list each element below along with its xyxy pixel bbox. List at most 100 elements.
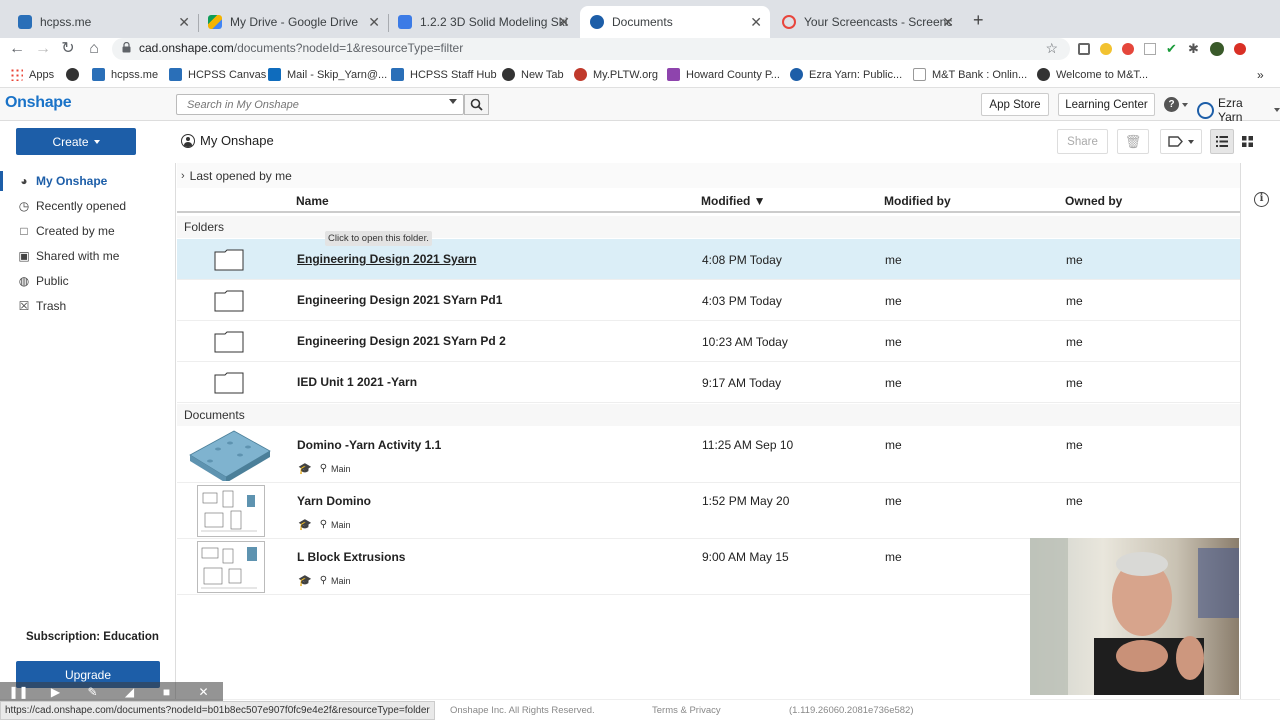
bookmark-star-icon[interactable]: ☆ [1045,40,1058,57]
play-icon[interactable]: ▶ [37,685,74,699]
close-icon[interactable]: ✕ [185,685,222,699]
puzzle-extensions-icon[interactable]: ✱ [1188,42,1200,55]
bookmark-mail[interactable]: Mail - Skip_Yarn@... [268,68,387,81]
create-label: Create [52,134,89,149]
close-tab-icon[interactable]: ✕ [178,14,190,31]
profile-avatar-icon[interactable] [1210,42,1224,56]
close-tab-icon[interactable]: ✕ [942,14,954,31]
hcpss-icon [92,68,105,81]
table-row[interactable]: Domino -Yarn Activity 1.1 🎓 ⚲ Main 11:25… [177,427,1240,483]
document-name[interactable]: Domino -Yarn Activity 1.1 [297,438,441,452]
screencast-favicon-icon [782,15,796,29]
pause-icon[interactable]: ❚❚ [0,685,37,699]
sidebar-item-trash[interactable]: ☒ Trash [0,294,176,318]
create-button[interactable]: Create [16,128,136,155]
new-tab-button[interactable]: + [973,10,984,31]
thumbs-up-extension-icon[interactable] [1100,43,1112,55]
home-icon[interactable]: ⌂ [83,38,105,60]
column-owned-by[interactable]: Owned by [1065,194,1122,208]
column-modified-by[interactable]: Modified by [884,194,951,208]
document-name[interactable]: L Block Extrusions [297,550,405,564]
forward-icon[interactable]: → [32,38,54,60]
search-dropdown-icon[interactable] [449,99,457,104]
browser-tab-documents[interactable]: Documents ✕ [580,6,770,38]
folder-name[interactable]: IED Unit 1 2021 -Yarn [297,375,417,389]
share-button[interactable]: Share [1057,129,1108,154]
browser-tab-google-drive[interactable]: My Drive - Google Drive ✕ [198,6,388,38]
bookmark-hcpss[interactable]: hcpss.me [92,68,158,81]
filter-breadcrumb[interactable]: › Last opened by me [177,163,1240,188]
page-title: My Onshape [181,133,274,148]
bookmark-howard-county[interactable]: Howard County P... [667,68,780,81]
tab-title: Your Screencasts - Screencast [804,15,952,29]
reload-icon[interactable]: ↻ [57,38,79,60]
onshape-logo[interactable]: Onshape [5,94,72,112]
document-meta: 🎓 ⚲ Main [298,518,351,531]
info-icon[interactable]: i [1254,192,1269,207]
lock-icon [122,41,131,53]
bookmark-mt-bank[interactable]: M&T Bank : Onlin... [913,68,1027,81]
branch-pin-icon: ⚲ [319,575,328,586]
back-icon[interactable]: ← [6,38,28,60]
sidebar-item-my-onshape[interactable]: ◕ My Onshape [0,169,176,193]
folder-name[interactable]: Engineering Design 2021 SYarn Pd1 [297,293,502,307]
bookmark-hcpss-canvas[interactable]: HCPSS Canvas [169,68,266,81]
trash-icon: ☒ [18,299,30,313]
camera-icon[interactable]: ■ [148,685,185,699]
update-icon[interactable] [1234,43,1246,55]
sidebar-item-label: Created by me [36,224,115,238]
tab-title: hcpss.me [40,15,92,29]
user-menu[interactable]: Ezra Yarn [1197,96,1280,124]
table-row[interactable]: Yarn Domino 🎓 ⚲ Main 1:52 PM May 20 me m… [177,483,1240,539]
chevron-down-icon [1188,139,1194,144]
pen-icon[interactable]: ✎ [74,685,111,699]
bookmark-ezra-yarn[interactable]: Ezra Yarn: Public... [790,68,902,81]
table-row[interactable]: Engineering Design 2021 SYarn Pd1 4:03 P… [177,280,1240,321]
search-input[interactable] [177,95,437,114]
browser-tab-hcpss[interactable]: hcpss.me ✕ [8,6,198,38]
folder-name[interactable]: Engineering Design 2021 Syarn [297,252,476,266]
bookmark-label: HCPSS Canvas [188,68,267,81]
browser-tab-google-doc[interactable]: 1.2.2 3D Solid Modeling Skip Y ✕ [388,6,578,38]
extension-icon[interactable] [1122,43,1134,55]
label-button[interactable] [1160,129,1202,154]
extension-icon[interactable] [1144,43,1156,55]
extension-icon[interactable] [1078,43,1090,55]
sidebar-item-recently-opened[interactable]: ◷ Recently opened [0,194,176,218]
folder-name[interactable]: Engineering Design 2021 SYarn Pd 2 [297,334,506,348]
checkmark-extension-icon[interactable]: ✔ [1166,42,1178,55]
bookmark-pltw[interactable]: My.PLTW.org [574,68,658,81]
app-store-button[interactable]: App Store [981,93,1049,116]
trash-button[interactable]: 🗑 [1117,129,1149,154]
bookmark-welcome-mt[interactable]: Welcome to M&T... [1037,68,1148,81]
bookmark-globe[interactable] [66,68,85,81]
grid-view-button[interactable] [1236,129,1258,154]
sidebar-item-created-by-me[interactable]: □ Created by me [0,219,176,243]
bookmark-new-tab[interactable]: New Tab [502,68,564,81]
address-bar[interactable]: cad.onshape.com/documents?nodeId=1&resou… [112,38,1070,60]
document-name[interactable]: Yarn Domino [297,494,371,508]
modified-date: 4:03 PM Today [702,294,782,308]
eraser-icon[interactable]: ◢ [111,685,148,699]
sidebar-item-public[interactable]: ◍ Public [0,269,176,293]
column-modified[interactable]: Modified ▼ [701,194,766,208]
bookmark-staff-hub[interactable]: HCPSS Staff Hub [391,68,497,81]
learning-center-button[interactable]: Learning Center [1058,93,1155,116]
more-bookmarks-icon[interactable]: » [1257,68,1264,82]
help-menu[interactable]: ? [1164,97,1188,112]
bookmark-apps[interactable]: Apps [10,68,54,81]
terms-link[interactable]: Terms & Privacy [652,705,721,716]
list-view-button[interactable] [1210,129,1234,154]
browser-tab-screencasts[interactable]: Your Screencasts - Screencast ✕ [772,6,962,38]
table-row[interactable]: Engineering Design 2021 SYarn Pd 2 10:23… [177,321,1240,362]
close-tab-icon[interactable]: ✕ [750,14,762,31]
search-button[interactable] [464,94,489,115]
close-tab-icon[interactable]: ✕ [558,14,570,31]
close-tab-icon[interactable]: ✕ [368,14,380,31]
column-name[interactable]: Name [296,194,329,208]
sidebar-item-shared-with-me[interactable]: ▣ Shared with me [0,244,176,268]
search-box[interactable] [176,94,464,115]
bookmark-label: New Tab [521,68,564,81]
table-row[interactable]: IED Unit 1 2021 -Yarn 9:17 AM Today me m… [177,362,1240,403]
filter-label: Last opened by me [189,168,292,183]
